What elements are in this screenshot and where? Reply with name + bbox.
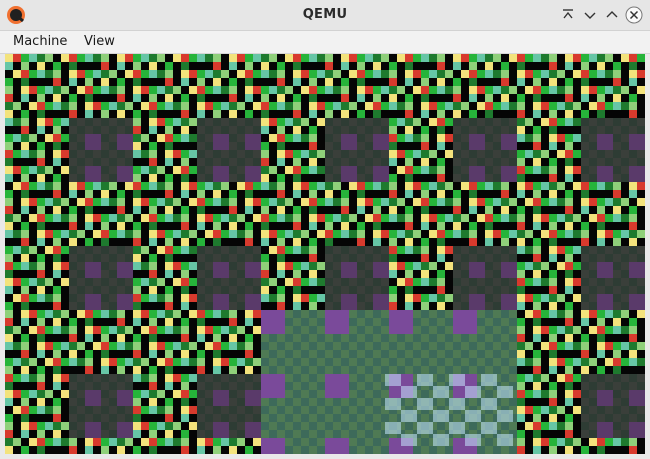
chevron-up-icon[interactable] [602,5,622,25]
menu-view[interactable]: View [78,31,121,53]
title-bar[interactable]: QEMU [0,0,650,31]
chevron-down-icon[interactable] [580,5,600,25]
minimize-to-top-icon[interactable] [558,5,578,25]
sierpinski-fractal-display [5,54,645,454]
menu-bar: Machine View [0,31,650,54]
window-title: QEMU [302,7,348,22]
close-icon[interactable] [624,5,644,25]
guest-display[interactable] [5,54,645,454]
menu-machine[interactable]: Machine [7,31,73,53]
